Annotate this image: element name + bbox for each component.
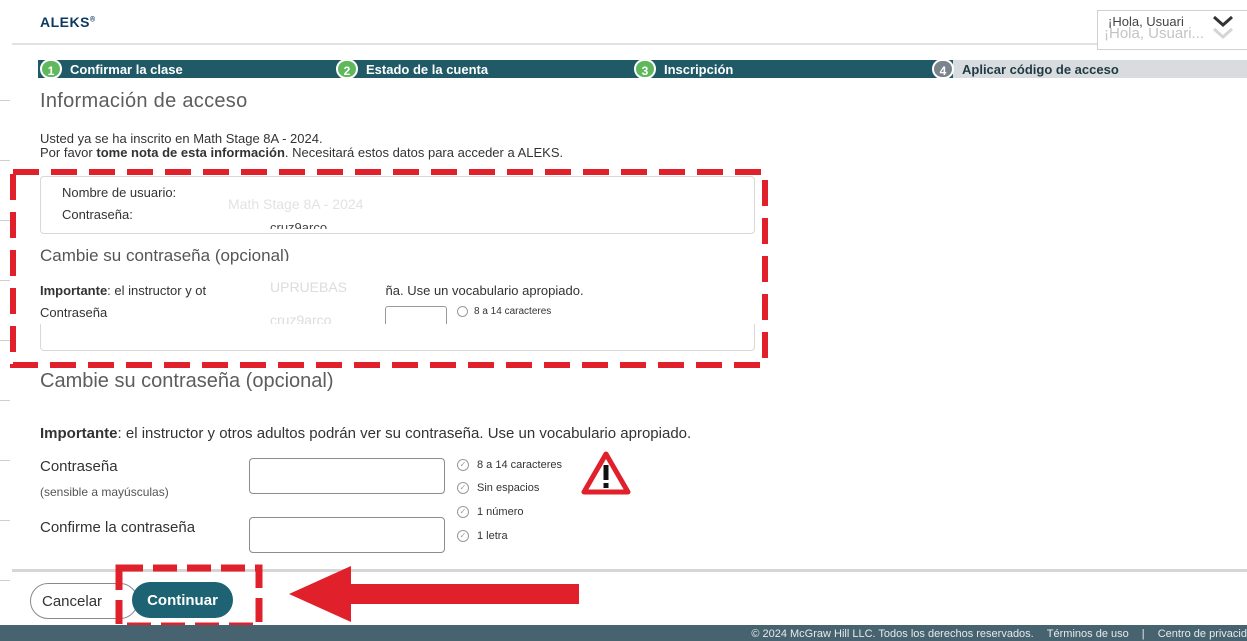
password-field-label: Contraseña [40, 458, 118, 475]
aleks-logo: ALEKS® [40, 14, 96, 30]
step-number: 3 [634, 59, 656, 79]
ghost-username-value: UPRUEBAS [270, 279, 348, 295]
page-title: Información de acceso [40, 90, 248, 112]
username-label: Nombre de usuario: [62, 185, 177, 200]
step-label: Aplicar código de acceso [962, 61, 1119, 77]
step-number: 2 [336, 59, 358, 79]
red-arrow-icon [289, 566, 579, 622]
rule-letter: ✓ 1 letra [457, 530, 508, 542]
check-circle-icon: ✓ [457, 459, 469, 471]
confirm-password-input[interactable] [249, 517, 445, 553]
note-prefix: Por favor [40, 145, 97, 160]
ghost-class-name: Math Stage 8A - 2024 [228, 196, 364, 212]
copyright-text: © 2024 McGraw Hill LLC. Todos los derech… [751, 628, 1034, 640]
cancel-button[interactable]: Cancelar [30, 583, 138, 619]
note-message: Por favor tome nota de esta información.… [40, 145, 563, 160]
step-label: Inscripción [664, 61, 734, 77]
ghost-rule: 8 a 14 caracteres [457, 306, 551, 317]
note-bold: tome nota de esta información [96, 145, 285, 160]
logo-registered-mark: ® [89, 16, 96, 24]
important-text: : el instructor y otros adultos podrán v… [117, 425, 692, 442]
note-suffix: . Necesitará estos datos para acceder a … [284, 145, 564, 160]
important-note: Importante: el instructor y otros adulto… [40, 425, 691, 442]
left-edge-marks [0, 0, 12, 641]
rule-no-spaces: ✓ Sin espacios [457, 482, 539, 494]
rule-number: ✓ 1 número [457, 506, 523, 518]
step-number: 1 [40, 59, 62, 79]
warning-icon [581, 451, 631, 495]
password-field-hint: (sensible a mayúsculas) [40, 485, 169, 499]
enrolled-message: Usted ya se ha inscrito en Math Stage 8A… [40, 131, 323, 146]
password-input[interactable] [249, 458, 445, 494]
check-circle-icon: ✓ [457, 506, 469, 518]
confirm-password-label: Confirme la contraseña [40, 519, 196, 536]
step-number: 4 [932, 59, 954, 79]
ghost-important-a: : el instructor y ot [107, 283, 207, 298]
actions-divider [12, 569, 1247, 572]
step-account-status: 2 Estado de la cuenta [336, 58, 488, 80]
chevron-down-ghost-icon [1213, 27, 1233, 40]
step-access-code: 4 Aplicar código de acceso [932, 58, 1119, 80]
rule-text: 1 letra [477, 530, 508, 542]
ghost-important-bold: Importante [40, 283, 108, 298]
step-enrollment: 3 Inscripción [634, 58, 733, 80]
check-circle-icon: ✓ [457, 530, 469, 542]
step-confirm-class: 1 Confirmar la clase [40, 58, 183, 80]
terms-link[interactable]: Términos de uso [1047, 628, 1129, 640]
header-divider [12, 43, 1097, 45]
rule-text: 8 a 14 caracteres [477, 459, 562, 471]
check-circle-icon: ✓ [457, 482, 469, 494]
ghost-lower-box [40, 324, 755, 351]
rule-text: 1 número [477, 506, 524, 518]
footer-separator: | [1141, 628, 1145, 640]
ghost-password-label: Contraseña [40, 305, 108, 320]
user-greeting-ghost: ¡Hola, Usuari... [1104, 25, 1205, 42]
rule-text: Sin espacios [477, 482, 540, 494]
password-label: Contraseña: [62, 207, 133, 222]
privacy-link[interactable]: Centro de privacid [1158, 628, 1247, 640]
step-label: Confirmar la clase [70, 61, 183, 77]
continue-button[interactable]: Continuar [132, 582, 233, 618]
rule-length: ✓ 8 a 14 caracteres [457, 459, 562, 471]
logo-text: ALEKS [40, 14, 90, 30]
ghost-password-value: cruz9arco [270, 220, 328, 229]
change-password-title: Cambie su contraseña (opcional) [40, 370, 334, 392]
important-bold: Importante [40, 425, 118, 442]
ghost-password-input [385, 306, 447, 326]
footer-links: © 2024 McGraw Hill LLC. Todos los derech… [741, 628, 1247, 640]
check-circle-icon [457, 306, 468, 317]
enrollment-stepper: 1 Confirmar la clase 2 Estado de la cuen… [38, 58, 1247, 80]
aleks-enrollment-page: ALEKS® ¡Hola, Usuari ¡Hola, Usuari... 1 … [0, 0, 1247, 641]
step-label: Estado de la cuenta [366, 61, 489, 77]
ghost-rule-text: 8 a 14 caracteres [474, 306, 552, 318]
